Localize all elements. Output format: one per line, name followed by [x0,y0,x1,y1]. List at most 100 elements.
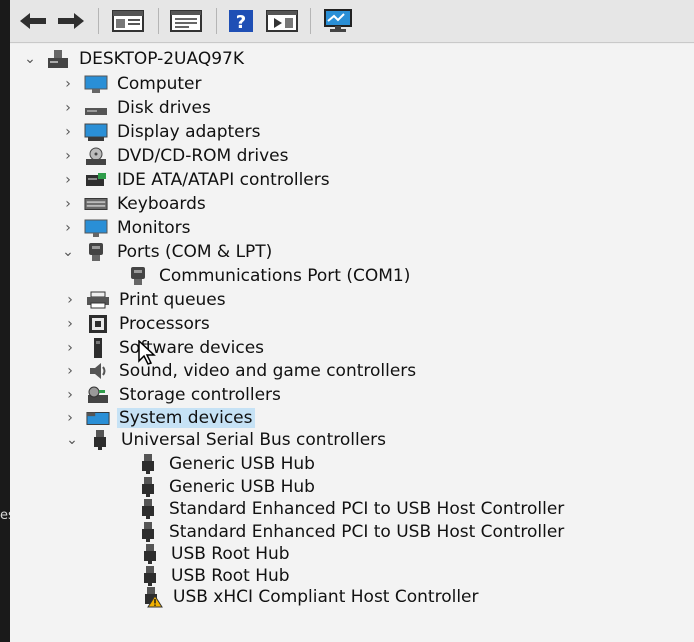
expand-arrow-icon[interactable]: › [60,73,76,95]
tree-category[interactable]: › Processors [62,313,212,335]
collapse-arrow-icon[interactable]: ⌄ [60,241,76,263]
tree-category[interactable]: › Monitors [60,217,192,239]
category-label: Computer [117,74,202,94]
tree-category[interactable]: ⌄ Universal Serial Bus controllers [64,429,388,451]
tree-category-selected[interactable]: › System devices [62,407,255,429]
back-button[interactable] [16,8,50,34]
show-hide-console-tree-button[interactable] [110,8,146,34]
device-label: Standard Enhanced PCI to USB Host Contro… [169,522,565,542]
device-label: Standard Enhanced PCI to USB Host Contro… [169,499,565,519]
tree-category[interactable]: ⌄ Ports (COM & LPT) [60,241,274,263]
tree-category[interactable]: › Software devices [62,337,266,359]
tree-device[interactable]: Generic USB Hub [136,453,317,475]
tree-category[interactable]: › Print queues [62,289,228,311]
disk-drive-icon [84,97,108,119]
port-icon [126,265,150,287]
monitor-icon [84,217,108,239]
tree-category[interactable]: › Computer [60,73,204,95]
expand-arrow-icon[interactable]: › [60,193,76,215]
expand-arrow-icon[interactable]: › [62,384,78,406]
device-label: Communications Port (COM1) [159,266,411,286]
expand-arrow-icon[interactable]: › [60,145,76,167]
printer-icon [86,289,110,311]
expand-arrow-icon[interactable]: › [60,217,76,239]
tree-device[interactable]: USB xHCI Compliant Host Controller [140,586,481,608]
usb-icon [136,498,160,520]
dvd-drive-icon [84,145,108,167]
scan-hardware-icon [322,9,354,33]
processor-icon [86,313,110,335]
expand-arrow-icon[interactable]: › [60,121,76,143]
category-label: Display adapters [117,122,261,142]
tree-category[interactable]: › IDE ATA/ATAPI controllers [60,169,332,191]
expand-arrow-icon[interactable]: › [62,360,78,382]
tree-device[interactable]: USB Root Hub [138,565,292,587]
show-hide-console-tree-icon [112,10,144,32]
category-label: IDE ATA/ATAPI controllers [117,170,330,190]
help-button[interactable]: ? [226,8,256,34]
expand-arrow-icon[interactable]: › [62,313,78,335]
tree-category[interactable]: › Disk drives [60,97,213,119]
device-tree: ⌄ DESKTOP-2UAQ97K › Computer › Disk driv… [10,44,694,642]
back-arrow-icon [18,11,48,31]
usb-icon [136,453,160,475]
tree-device[interactable]: Standard Enhanced PCI to USB Host Contro… [136,521,566,543]
tree-category[interactable]: › Sound, video and game controllers [62,360,418,382]
properties-button[interactable] [168,8,204,34]
category-label: Monitors [117,218,191,238]
software-device-icon [86,337,110,359]
tree-device[interactable]: Generic USB Hub [136,476,317,498]
display-adapter-icon [84,121,108,143]
device-label: Generic USB Hub [169,454,315,474]
tree-category[interactable]: › DVD/CD-ROM drives [60,145,290,167]
expand-arrow-icon[interactable]: › [62,407,78,429]
tree-category[interactable]: › Keyboards [60,193,208,215]
mouse-cursor-icon [138,339,156,370]
computer-icon [84,73,108,95]
speaker-icon [86,360,110,382]
action-pane-icon [266,10,298,32]
collapse-arrow-icon[interactable]: ⌄ [22,48,38,70]
expand-arrow-icon[interactable]: › [62,289,78,311]
toolbar-separator [216,8,217,34]
toolbar-separator [310,8,311,34]
keyboard-icon [84,193,108,215]
tree-device[interactable]: Communications Port (COM1) [126,265,412,287]
collapse-arrow-icon[interactable]: ⌄ [64,429,80,451]
toolbar-separator [158,8,159,34]
category-label: Processors [119,314,210,334]
action-pane-button[interactable] [264,8,300,34]
usb-icon [136,476,160,498]
ide-controller-icon [84,169,108,191]
tree-device[interactable]: Standard Enhanced PCI to USB Host Contro… [136,498,566,520]
toolbar: ? [10,0,694,43]
tree-category[interactable]: › Storage controllers [62,384,283,406]
category-label: Sound, video and game controllers [119,361,417,381]
storage-controller-icon [86,384,110,406]
category-label: Disk drives [117,98,211,118]
scan-hardware-button[interactable] [320,8,356,34]
forward-button[interactable] [54,8,88,34]
category-label: Ports (COM & LPT) [117,242,273,262]
usb-icon [88,429,112,451]
usb-warning-icon [140,586,164,608]
tree-device[interactable]: USB Root Hub [138,543,292,565]
device-label: USB xHCI Compliant Host Controller [173,587,479,607]
usb-icon [138,543,162,565]
forward-arrow-icon [56,11,86,31]
svg-text:?: ? [236,12,246,33]
device-label: USB Root Hub [171,544,290,564]
device-label: Generic USB Hub [169,477,315,497]
tree-category[interactable]: › Display adapters [60,121,262,143]
expand-arrow-icon[interactable]: › [62,337,78,359]
toolbar-separator [98,8,99,34]
expand-arrow-icon[interactable]: › [60,97,76,119]
usb-icon [136,521,160,543]
computer-tower-icon [46,48,70,70]
device-label: USB Root Hub [171,566,290,586]
tree-root[interactable]: ⌄ DESKTOP-2UAQ97K [22,48,246,70]
expand-arrow-icon[interactable]: › [60,169,76,191]
properties-icon [170,10,202,32]
tree-root-label: DESKTOP-2UAQ97K [79,49,244,69]
system-devices-icon [86,407,110,429]
